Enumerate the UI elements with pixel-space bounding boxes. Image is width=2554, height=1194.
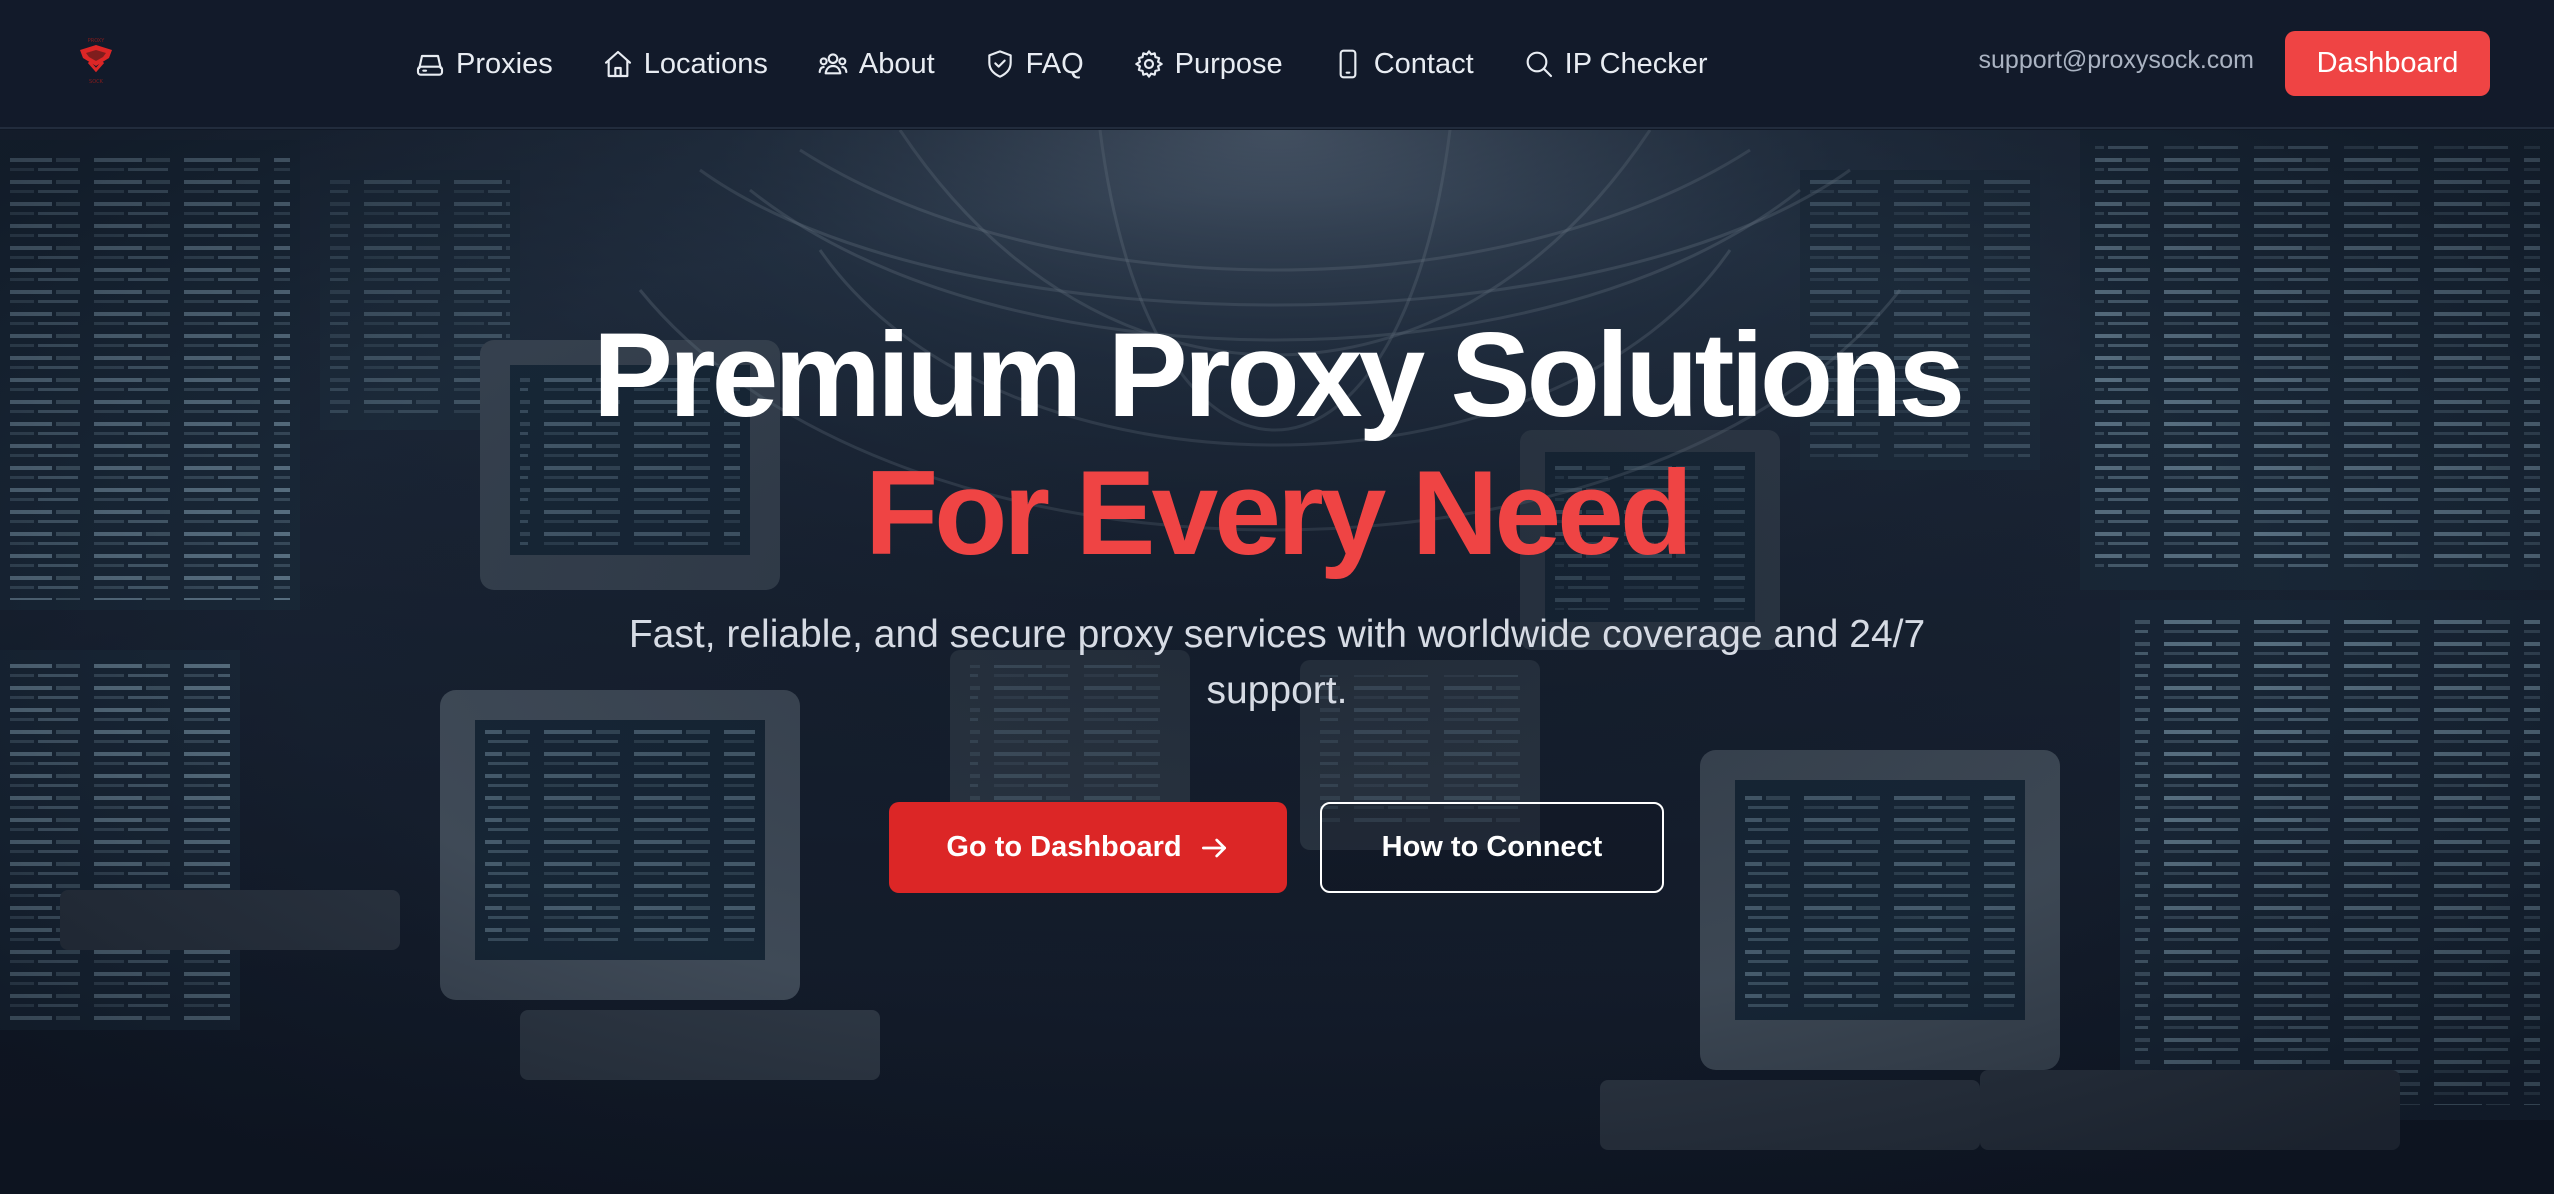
nav-item-label: About <box>858 47 935 80</box>
nav-item-label: Locations <box>643 47 768 80</box>
server-icon <box>416 54 444 76</box>
nav-item-contact[interactable]: Contact <box>1332 48 1474 81</box>
hero-section: Premium Proxy Solutions For Every Need F… <box>0 130 2554 1194</box>
hero-content: Premium Proxy Solutions For Every Need F… <box>0 130 2554 1194</box>
svg-text:SOCK: SOCK <box>89 79 104 85</box>
proxy-shield-logo[interactable]: PROXY SOCK <box>76 36 116 86</box>
top-navbar: PROXY SOCK Proxies Locations About FAQ P… <box>0 0 2554 129</box>
hero-subtitle: Fast, reliable, and secure proxy service… <box>628 613 1926 712</box>
phone-icon <box>1339 49 1357 79</box>
hero-title-accent: For Every Need <box>864 446 1693 580</box>
go-to-dashboard-label: Go to Dashboard <box>946 831 1182 863</box>
main-navigation: Proxies Locations About FAQ Purpose Cont… <box>414 0 1708 128</box>
nav-item-purpose[interactable]: Purpose <box>1133 48 1283 81</box>
support-email-link[interactable]: support@proxysock.com <box>1979 46 2254 75</box>
users-icon <box>818 53 848 75</box>
home-icon <box>604 50 631 78</box>
nav-item-locations[interactable]: Locations <box>602 48 768 81</box>
arrow-right-icon <box>1201 838 1226 857</box>
nav-item-label: IP Checker <box>1564 47 1708 80</box>
gear-icon <box>1134 50 1163 78</box>
shield-icon <box>987 50 1012 78</box>
hero-cta-row: Go to Dashboard How to Connect <box>889 802 1664 893</box>
dashboard-button[interactable]: Dashboard <box>2285 31 2490 96</box>
go-to-dashboard-button[interactable]: Go to Dashboard <box>889 802 1287 893</box>
search-icon <box>1526 51 1552 78</box>
nav-item-about[interactable]: About <box>817 48 935 81</box>
svg-text:PROXY: PROXY <box>88 38 106 44</box>
nav-item-label: Proxies <box>456 47 553 80</box>
nav-item-proxies[interactable]: Proxies <box>414 48 553 81</box>
nav-item-faq[interactable]: FAQ <box>984 48 1084 81</box>
how-to-connect-button[interactable]: How to Connect <box>1320 802 1664 893</box>
nav-item-label: FAQ <box>1025 47 1084 80</box>
nav-item-ip-checker[interactable]: IP Checker <box>1523 48 1708 81</box>
page: PROXY SOCK Proxies Locations About FAQ P… <box>0 0 2554 1194</box>
hero-title: Premium Proxy Solutions <box>592 308 1965 442</box>
nav-item-label: Purpose <box>1174 47 1283 80</box>
nav-item-label: Contact <box>1373 47 1474 80</box>
